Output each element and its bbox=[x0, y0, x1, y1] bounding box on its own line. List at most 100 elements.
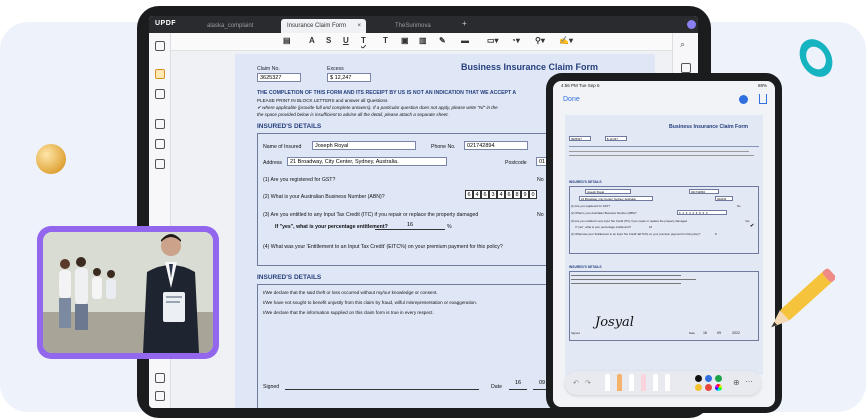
ipad-pdf-page: Business Insurance Claim Form 3625327 $ … bbox=[565, 115, 763, 375]
percentage-field[interactable]: 16 bbox=[375, 222, 445, 230]
bookmark-icon[interactable] bbox=[155, 391, 165, 401]
abn-field[interactable]: 646346890 bbox=[465, 190, 537, 199]
color-green[interactable] bbox=[715, 375, 722, 382]
ipad-abn-field[interactable]: 646346890 bbox=[677, 210, 727, 215]
ipad-claim-field[interactable]: 3625327 bbox=[569, 136, 591, 141]
highlight-icon[interactable]: A bbox=[309, 36, 315, 45]
name-field[interactable]: Joseph Royal bbox=[312, 141, 416, 150]
shape-icon[interactable]: ▭▾ bbox=[487, 36, 499, 45]
declaration-line-2: I/We have not sought to benefit unjustly… bbox=[263, 300, 478, 305]
ipad-warning-line bbox=[569, 146, 759, 147]
pencil-icon[interactable]: ✎ bbox=[439, 36, 446, 45]
eraser-icon[interactable]: ▬ bbox=[461, 36, 469, 45]
search-icon[interactable]: ⌕ bbox=[680, 39, 685, 50]
ipad-eitc-value[interactable]: 8 bbox=[715, 232, 717, 236]
claim-no-field[interactable]: 3625327 bbox=[257, 73, 301, 82]
account-avatar[interactable] bbox=[687, 20, 696, 29]
ipad-declaration-line bbox=[571, 279, 696, 280]
convert-icon[interactable] bbox=[155, 139, 165, 149]
color-black[interactable] bbox=[695, 375, 702, 382]
lasso-tool-icon[interactable] bbox=[653, 374, 658, 391]
insured-details-heading: INSURED'S DETAILS bbox=[257, 123, 322, 130]
form-icon[interactable] bbox=[155, 159, 165, 169]
ipad-question-percentage: If "yes", what is your percentage entitl… bbox=[575, 225, 631, 229]
tab-alaska-complaint[interactable]: alaska_complaint bbox=[201, 19, 259, 33]
add-tool-icon[interactable]: ⊕ bbox=[733, 378, 740, 387]
ipad-itc-check-icon[interactable]: ✔ bbox=[750, 223, 754, 229]
pencil-tool-palette: ↶ ↷ ⊕ ⋯ bbox=[565, 371, 761, 395]
color-picker-icon[interactable] bbox=[715, 384, 722, 391]
percent-sign: % bbox=[447, 224, 452, 230]
underline-icon[interactable]: U bbox=[343, 36, 349, 45]
share-icon[interactable] bbox=[759, 94, 767, 104]
color-red[interactable] bbox=[705, 384, 712, 391]
excess-field[interactable]: $ 12,247 bbox=[327, 73, 371, 82]
more-icon[interactable]: ⋯ bbox=[745, 377, 753, 386]
tab-insurance-claim-form[interactable]: Insurance Claim Form × bbox=[281, 19, 366, 33]
address-field[interactable]: 21 Broadway, City Center, Sydney, Austra… bbox=[287, 157, 447, 166]
redo-icon[interactable]: ↷ bbox=[585, 379, 591, 387]
layers-icon[interactable] bbox=[155, 373, 165, 383]
stamp-icon[interactable]: ⚲▾ bbox=[535, 36, 545, 45]
ipad-postcode-field[interactable]: 022234 bbox=[715, 196, 733, 201]
thumbnail-icon[interactable] bbox=[155, 41, 165, 51]
color-blue[interactable] bbox=[705, 375, 712, 382]
signature-icon[interactable]: ✍▾ bbox=[559, 36, 573, 45]
text-icon[interactable]: T bbox=[383, 36, 388, 45]
ipad-question-itc: (3) Are you entitled to any Input Tax Cr… bbox=[571, 219, 688, 223]
ipad-signature[interactable]: Josyal bbox=[595, 315, 634, 330]
markup-icon[interactable] bbox=[739, 95, 748, 104]
pencil-tool-icon[interactable] bbox=[629, 374, 634, 391]
ipad-date-month[interactable]: 09 bbox=[717, 331, 721, 335]
status-battery: 88% bbox=[757, 83, 767, 88]
question-percentage: If "yes", what is your percentage entitl… bbox=[275, 224, 388, 230]
signature-line[interactable] bbox=[285, 380, 479, 390]
page-info-icon[interactable] bbox=[681, 63, 691, 73]
sticker-icon[interactable]: ◔▾ bbox=[511, 36, 520, 45]
address-label: Address bbox=[263, 160, 283, 166]
note-icon[interactable]: ▤ bbox=[283, 36, 291, 45]
phone-field[interactable]: 021742894 bbox=[464, 141, 528, 150]
app-logo: UPDF bbox=[155, 20, 177, 27]
itc-no-label: No bbox=[537, 212, 544, 218]
ipad-address-field[interactable]: 21 Broadway, City Center, Sydney, Austra… bbox=[579, 196, 653, 201]
declaration-line-3: I/We declare that the information suppli… bbox=[263, 310, 434, 315]
form-warning: THE COMPLETION OF THIS FORM AND ITS RECE… bbox=[257, 90, 517, 96]
strikethrough-icon[interactable]: S bbox=[326, 36, 331, 45]
ruler-tool-icon[interactable] bbox=[665, 374, 670, 391]
instruction-separate-sheet: the space provided below is insufficient… bbox=[257, 112, 449, 117]
callout-icon[interactable]: ▥ bbox=[419, 36, 427, 45]
done-button[interactable]: Done bbox=[563, 96, 580, 103]
color-yellow[interactable] bbox=[695, 384, 702, 391]
textbox-icon[interactable]: ▣ bbox=[401, 36, 409, 45]
undo-icon[interactable]: ↶ bbox=[573, 379, 579, 387]
question-eitc: (4) What was your 'Entitlement to an Inp… bbox=[263, 244, 503, 250]
organize-icon[interactable] bbox=[155, 119, 165, 129]
name-label: Name of Insured bbox=[263, 144, 302, 150]
eraser-tool-icon[interactable] bbox=[641, 374, 646, 391]
ipad-percentage-value[interactable]: 16 bbox=[649, 225, 652, 229]
gst-no-label: No bbox=[537, 177, 544, 183]
pen-tool-icon[interactable] bbox=[605, 374, 610, 391]
ipad-phone-field[interactable]: 021742894 bbox=[689, 189, 719, 194]
edit-icon[interactable] bbox=[155, 89, 165, 99]
close-tab-icon[interactable]: × bbox=[357, 19, 361, 33]
form-title: Business Insurance Claim Form bbox=[461, 62, 599, 72]
instruction-block-letters: PLEASE PRINT IN BLOCK LETTERS and answer… bbox=[257, 98, 388, 103]
date-day-field[interactable]: 16 bbox=[509, 380, 527, 390]
tab-thesunmova[interactable]: TheSunmova bbox=[389, 19, 437, 33]
squiggly-icon[interactable]: T bbox=[361, 36, 366, 45]
ipad-declaration-line bbox=[571, 275, 681, 276]
ipad-gst-no: No bbox=[737, 204, 741, 208]
new-tab-icon[interactable]: + bbox=[462, 19, 467, 28]
comment-icon[interactable] bbox=[155, 69, 165, 79]
ipad-date-year[interactable]: 2022 bbox=[732, 331, 740, 335]
postcode-label: Postcode bbox=[505, 160, 527, 166]
question-abn: (2) What is your Australian Business Num… bbox=[263, 194, 385, 200]
ipad-excess-field[interactable]: $ 12,247 bbox=[605, 136, 627, 141]
marker-tool-icon[interactable] bbox=[617, 374, 622, 391]
ipad-name-field[interactable]: Joseph Royal bbox=[585, 189, 631, 194]
ipad-section-declaration: INSURED'S DETAILS bbox=[569, 265, 602, 269]
ipad-declaration-box bbox=[569, 271, 759, 341]
ipad-date-day[interactable]: 16 bbox=[703, 331, 707, 335]
